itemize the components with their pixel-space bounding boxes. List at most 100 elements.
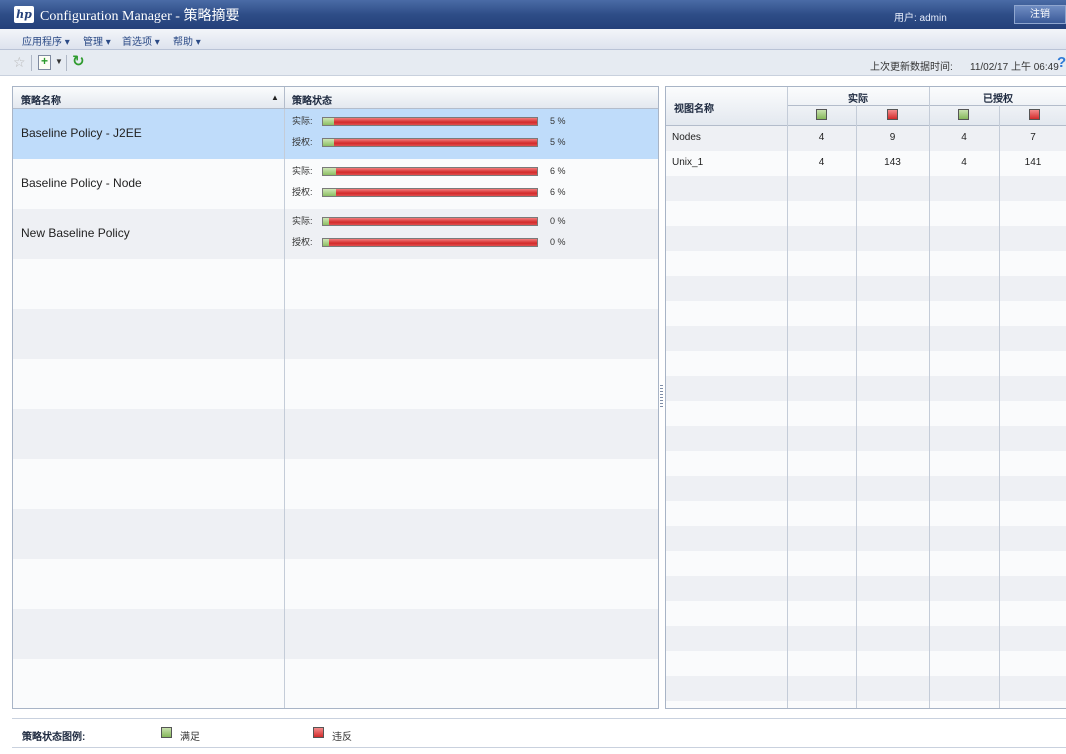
sort-ascending-icon[interactable]: ▲ [271, 93, 279, 102]
menu-administration[interactable]: 管理 ▾ [83, 33, 111, 48]
authorized-violation-count: 7 [1030, 132, 1036, 143]
user-label: 用户: admin [894, 13, 947, 24]
empty-row [666, 676, 1066, 701]
refresh-icon[interactable]: ↻ [72, 54, 85, 70]
empty-row [666, 451, 1066, 476]
policy-row[interactable]: Baseline Policy - Node 实际: 6 % 授权: 6 % [13, 159, 658, 209]
actual-compliant-count: 4 [818, 132, 825, 143]
authorized-violation-count: 141 [1024, 157, 1042, 168]
empty-row [666, 301, 1066, 326]
actual-progress-fill [323, 118, 334, 125]
header-divider[interactable] [284, 87, 285, 109]
empty-row [666, 351, 1066, 376]
policy-row[interactable]: New Baseline Policy 实际: 0 % 授权: 0 % [13, 209, 658, 259]
empty-row [13, 459, 658, 509]
menu-applications[interactable]: 应用程序 ▾ [22, 33, 70, 48]
header-divider [787, 87, 788, 126]
header-divider [787, 105, 1066, 106]
authorized-progress-fill [323, 139, 334, 146]
violation-legend-label: 违反 [332, 732, 352, 743]
header-divider [929, 87, 930, 126]
column-header-policy-status[interactable]: 策略状态 [292, 92, 332, 107]
toolbar: ☆ ▼ ↻ 上次更新数据时间: 11/02/17 上午 06:49 ? [0, 50, 1066, 76]
actual-progress-bar [322, 117, 538, 126]
actual-violation-count: 9 [889, 132, 896, 143]
toolbar-separator [31, 55, 32, 71]
empty-row [666, 526, 1066, 551]
empty-row [666, 551, 1066, 576]
empty-row [13, 309, 658, 359]
empty-row [13, 659, 658, 708]
authorized-status-label: 授权: [292, 237, 313, 247]
authorized-progress-fill [323, 239, 330, 246]
view-name: Unix_1 [672, 157, 704, 168]
authorized-progress-bar [322, 238, 538, 247]
header-divider [856, 105, 857, 126]
policy-table-header: 策略名称 ▲ 策略状态 [13, 87, 658, 109]
compliant-legend-swatch [161, 727, 172, 738]
star-icon[interactable]: ☆ [13, 54, 26, 70]
actual-progress-bar [322, 167, 538, 176]
column-divider [999, 126, 1000, 708]
menu-bar: 应用程序 ▾ 管理 ▾ 首选项 ▾ 帮助 ▾ [0, 29, 1066, 50]
empty-row [666, 701, 1066, 708]
app-title: Configuration Manager - 策略摘要 [40, 9, 240, 24]
actual-percent: 6 % [550, 166, 566, 176]
last-update-value: 11/02/17 上午 06:49 [970, 62, 1059, 73]
policy-name: Baseline Policy - J2EE [21, 126, 142, 140]
authorized-compliant-count: 4 [961, 157, 967, 168]
empty-row [666, 576, 1066, 601]
empty-row [666, 251, 1066, 276]
new-policy-icon[interactable] [38, 54, 51, 70]
actual-progress-bar [322, 217, 538, 226]
actual-progress-fill [323, 218, 330, 225]
actual-compliant-count: 4 [818, 157, 825, 168]
empty-row [666, 651, 1066, 676]
empty-row [13, 359, 658, 409]
actual-status-label: 实际: [292, 116, 313, 126]
policy-row[interactable]: Baseline Policy - J2EE 实际: 5 % 授权: 5 % [13, 109, 658, 159]
logout-button[interactable]: 注销 [1014, 5, 1066, 24]
menu-preferences[interactable]: 首选项 ▾ [122, 33, 160, 48]
empty-row [666, 601, 1066, 626]
empty-row [666, 376, 1066, 401]
empty-row [666, 501, 1066, 526]
menu-help[interactable]: 帮助 ▾ [173, 33, 201, 48]
policy-status-legend: 策略状态图例: 满足 违反 [12, 718, 1066, 748]
view-table: 视图名称 实际 已授权 Nodes 4 9 4 7 Unix_1 4 143 4 141 [665, 86, 1066, 709]
column-divider [856, 126, 857, 708]
hp-logo: hp [14, 6, 34, 23]
policy-rows: Baseline Policy - J2EE 实际: 5 % 授权: 5 % Baseli… [13, 109, 658, 708]
compliant-swatch [816, 109, 827, 120]
empty-row [666, 626, 1066, 651]
policy-name: New Baseline Policy [21, 226, 130, 240]
empty-row [666, 326, 1066, 351]
chevron-down-icon[interactable]: ▼ [55, 57, 63, 66]
empty-row [666, 201, 1066, 226]
title-bar: hp Configuration Manager - 策略摘要 用户: admi… [0, 0, 1066, 29]
toolbar-separator [66, 55, 67, 71]
policy-table: 策略名称 ▲ 策略状态 Baseline Policy - J2EE 实际: 5 %… [12, 86, 659, 709]
policy-name: Baseline Policy - Node [21, 176, 142, 190]
empty-row [666, 226, 1066, 251]
column-divider [929, 126, 930, 708]
view-row[interactable]: Unix_1 4 143 4 141 [666, 151, 1066, 176]
empty-row [13, 509, 658, 559]
view-row[interactable]: Nodes 4 9 4 7 [666, 126, 1066, 151]
authorized-progress-bar [322, 138, 538, 147]
compliant-legend-label: 满足 [180, 732, 200, 743]
empty-row [666, 276, 1066, 301]
column-header-view-name[interactable]: 视图名称 [674, 100, 714, 115]
actual-progress-fill [323, 168, 336, 175]
column-divider [284, 109, 285, 708]
compliant-swatch [958, 109, 969, 120]
authorized-status-label: 授权: [292, 187, 313, 197]
empty-row [666, 176, 1066, 201]
authorized-percent: 5 % [550, 137, 566, 147]
help-icon[interactable]: ? [1057, 55, 1066, 71]
violation-swatch [887, 109, 898, 120]
authorized-percent: 0 % [550, 237, 566, 247]
splitter-handle[interactable] [660, 385, 663, 409]
column-header-policy-name[interactable]: 策略名称 [21, 92, 61, 107]
actual-violation-count: 143 [884, 157, 901, 168]
